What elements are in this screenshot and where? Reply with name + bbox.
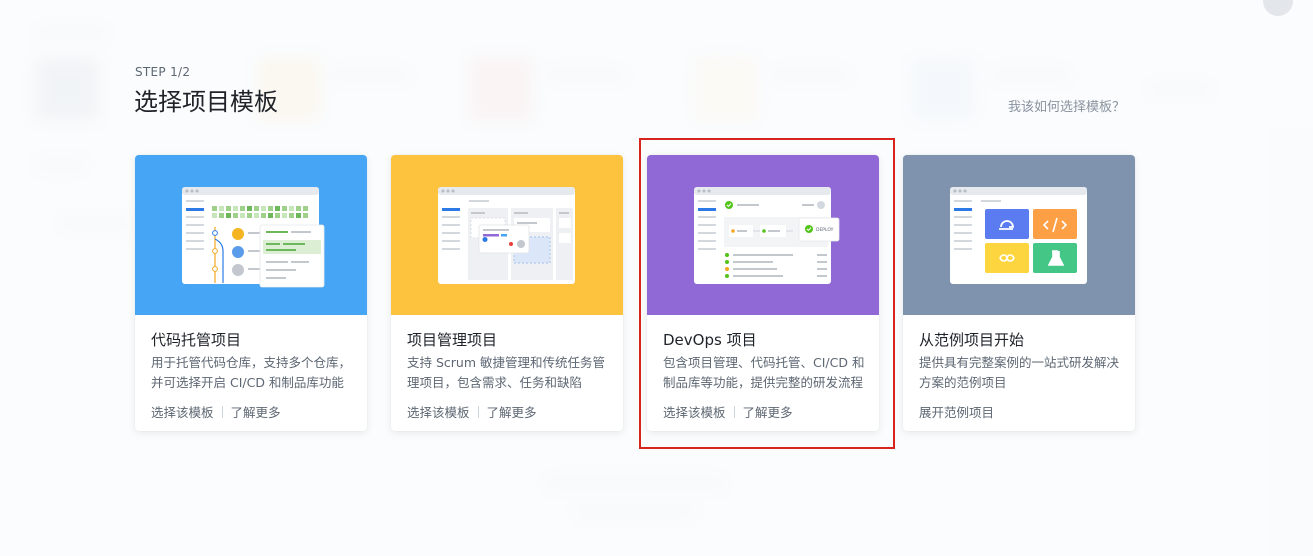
select-template-button[interactable]: 选择该模板 — [663, 402, 726, 421]
devops-pipeline-illustration: DEPLOY — [694, 187, 840, 284]
deploy-label: DEPLOY — [816, 227, 834, 233]
template-card-project-management[interactable]: 项目管理项目 支持 Scrum 敏捷管理和传统任务管理项目，包含需求、任务和缺陷… — [391, 155, 623, 431]
template-card-code-hosting[interactable]: 代码托管项目 用于托管代码仓库，支持多个仓库，并可选择开启 CI/CD 和制品库… — [135, 155, 367, 431]
template-illustration — [391, 155, 623, 315]
card-description: 包含项目管理、代码托管、CI/CD 和制品库等功能，提供完整的研发流程 — [663, 355, 865, 390]
page-title: 选择项目模板 — [134, 88, 278, 116]
card-actions: 选择该模板 了解更多 — [663, 402, 793, 421]
template-card-devops[interactable]: DEPLOY DevOps 项目 包含项目管理、代码托管、CI/CD 和制品库等… — [647, 155, 879, 431]
step-indicator: STEP 1/2 — [135, 65, 191, 79]
code-repo-illustration — [182, 187, 325, 288]
template-card-sample-project[interactable]: 从范例项目开始 提供具有完整案例的一站式研发解决方案的范例项目 展开范例项目 — [903, 155, 1135, 431]
help-link[interactable]: 我该如何选择模板？ — [1008, 96, 1125, 115]
expand-sample-projects-button[interactable]: 展开范例项目 — [919, 402, 994, 421]
select-template-button[interactable]: 选择该模板 — [151, 402, 214, 421]
template-illustration — [135, 155, 367, 315]
template-illustration: DEPLOY — [647, 155, 879, 315]
sample-project-illustration — [950, 187, 1087, 284]
card-actions: 选择该模板 了解更多 — [151, 402, 281, 421]
card-title: 项目管理项目 — [407, 331, 498, 349]
select-template-button[interactable]: 选择该模板 — [407, 402, 470, 421]
card-description: 支持 Scrum 敏捷管理和传统任务管理项目，包含需求、任务和缺陷 — [407, 355, 605, 390]
card-title: DevOps 项目 — [663, 331, 757, 349]
kanban-illustration — [438, 187, 575, 284]
card-actions: 选择该模板 了解更多 — [407, 402, 537, 421]
template-illustration — [903, 155, 1135, 315]
card-actions: 展开范例项目 — [919, 402, 994, 421]
divider — [477, 405, 479, 418]
card-description: 用于托管代码仓库，支持多个仓库，并可选择开启 CI/CD 和制品库功能 — [151, 355, 352, 390]
divider — [221, 405, 223, 418]
card-title: 代码托管项目 — [151, 331, 242, 349]
card-description: 提供具有完整案例的一站式研发解决方案的范例项目 — [919, 355, 1120, 390]
learn-more-link[interactable]: 了解更多 — [231, 402, 281, 421]
divider — [733, 405, 735, 418]
learn-more-link[interactable]: 了解更多 — [487, 402, 537, 421]
learn-more-link[interactable]: 了解更多 — [743, 402, 793, 421]
card-title: 从范例项目开始 — [919, 331, 1025, 349]
